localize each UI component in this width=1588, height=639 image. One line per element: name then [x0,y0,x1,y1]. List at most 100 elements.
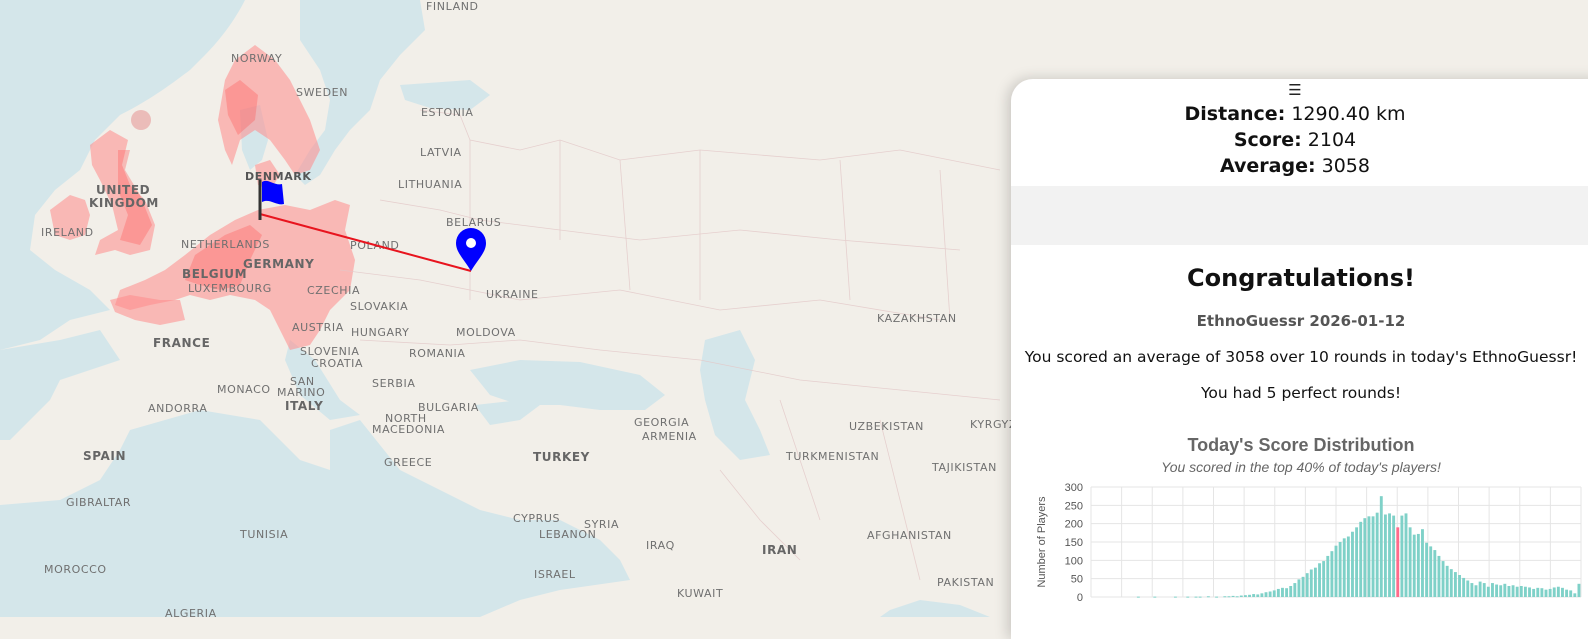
label-estonia: ESTONIA [421,106,474,119]
bar [1379,496,1383,597]
label-belgium: BELGIUM [182,267,247,281]
y-tick-label: 150 [1065,537,1083,549]
bar [1301,576,1305,597]
bar [1482,583,1486,597]
label-greece: GREECE [384,456,432,469]
bar [1458,575,1461,597]
region-dot [131,110,151,130]
bar [1256,594,1260,597]
label-denmark: DENMARK [245,170,312,183]
bar [1223,596,1227,598]
label-hungary: HUNGARY [351,326,409,339]
label-kazakhstan: KAZAKHSTAN [877,312,957,325]
bar [1215,596,1219,598]
score-row: Score: 2104 [1011,127,1579,153]
distance-value: 1290.40 km [1291,103,1406,125]
bar [1540,588,1544,597]
results-summary: Congratulations! EthnoGuessr 2026-01-12 … [1011,264,1588,402]
bar [1268,591,1272,597]
label-sweden: SWEDEN [296,86,348,99]
bar [1355,527,1359,597]
y-tick-label: 100 [1065,555,1083,567]
label-czechia: CZECHIA [307,284,360,297]
label-croatia: CROATIA [311,357,363,370]
bar [1507,586,1511,597]
bar [1392,515,1396,597]
bar [1449,569,1453,597]
label-afghanistan: AFGHANISTAN [867,529,952,542]
bar [1528,587,1531,597]
bar [1334,545,1338,597]
bar [1186,596,1190,598]
game-date: EthnoGuessr 2026-01-12 [1196,312,1406,330]
bar [1408,527,1412,597]
score-distribution-chart: 0 50 100 150 200 250 300 Number of Players [1036,482,1582,604]
average-row: Average: 3058 [1011,153,1579,179]
bar [1252,594,1256,597]
bar [1416,533,1420,597]
bar [1260,593,1264,597]
bar [1573,593,1577,597]
bar [1565,589,1569,597]
label-san-marino-2: MARINO [277,386,325,399]
bar [1198,596,1202,598]
label-austria: AUSTRIA [292,321,344,334]
menu-icon[interactable]: ☰ [1011,81,1579,99]
bar [1297,579,1301,597]
bar [1536,587,1540,597]
bar [1338,542,1342,597]
score-label: Score: [1233,129,1302,151]
perfect-rounds-text: You had 5 perfect rounds! [1200,384,1402,402]
bar [1552,587,1556,597]
bar [1235,596,1239,598]
bar [1532,588,1536,597]
bar [1272,590,1276,597]
bar [1425,542,1429,597]
label-norway: NORWAY [231,52,282,65]
bar [1388,513,1391,597]
bar [1330,551,1334,597]
y-tick-label: 50 [1071,574,1083,586]
bar [1404,513,1408,597]
bar [1466,580,1470,597]
chart-subtitle: You scored in the top 40% of today's pla… [1161,459,1441,475]
bar [1239,595,1243,597]
label-germany: GERMANY [243,257,314,271]
label-ukraine: UKRAINE [486,288,539,301]
label-iraq: IRAQ [646,539,675,552]
summary-text: You scored an average of 3058 over 10 ro… [1024,348,1578,366]
distance-row: Distance: 1290.40 km [1011,101,1579,127]
bar [1194,596,1198,598]
label-moldova: MOLDOVA [456,326,516,339]
label-romania: ROMANIA [409,347,466,360]
congrats-heading: Congratulations! [1187,264,1415,292]
bar [1556,586,1560,597]
label-algeria: ALGERIA [165,607,217,617]
label-latvia: LATVIA [420,146,462,159]
label-slovakia: SLOVAKIA [350,300,408,313]
y-tick-label: 300 [1065,482,1083,494]
bar [1569,590,1573,597]
bar [1515,586,1519,597]
bar [1281,587,1284,597]
bar [1445,565,1449,597]
bar [1503,583,1507,597]
bar [1318,563,1321,597]
bar [1495,584,1499,597]
bar [1285,588,1289,597]
label-bulgaria: BULGARIA [418,401,479,414]
label-kuwait: KUWAIT [677,587,723,600]
bar [1276,588,1280,597]
bar [1486,586,1490,597]
bar [1351,531,1354,597]
bar [1206,596,1210,598]
bar [1383,514,1387,597]
bar [1474,585,1478,597]
label-finland: FINLAND [426,0,479,13]
bar [1359,521,1363,597]
label-iran: IRAN [762,543,797,557]
label-turkmenistan: TURKMENISTAN [785,450,879,463]
label-morocco: MOROCCO [44,563,107,576]
bar [1519,586,1523,597]
label-lithuania: LITHUANIA [398,178,462,191]
